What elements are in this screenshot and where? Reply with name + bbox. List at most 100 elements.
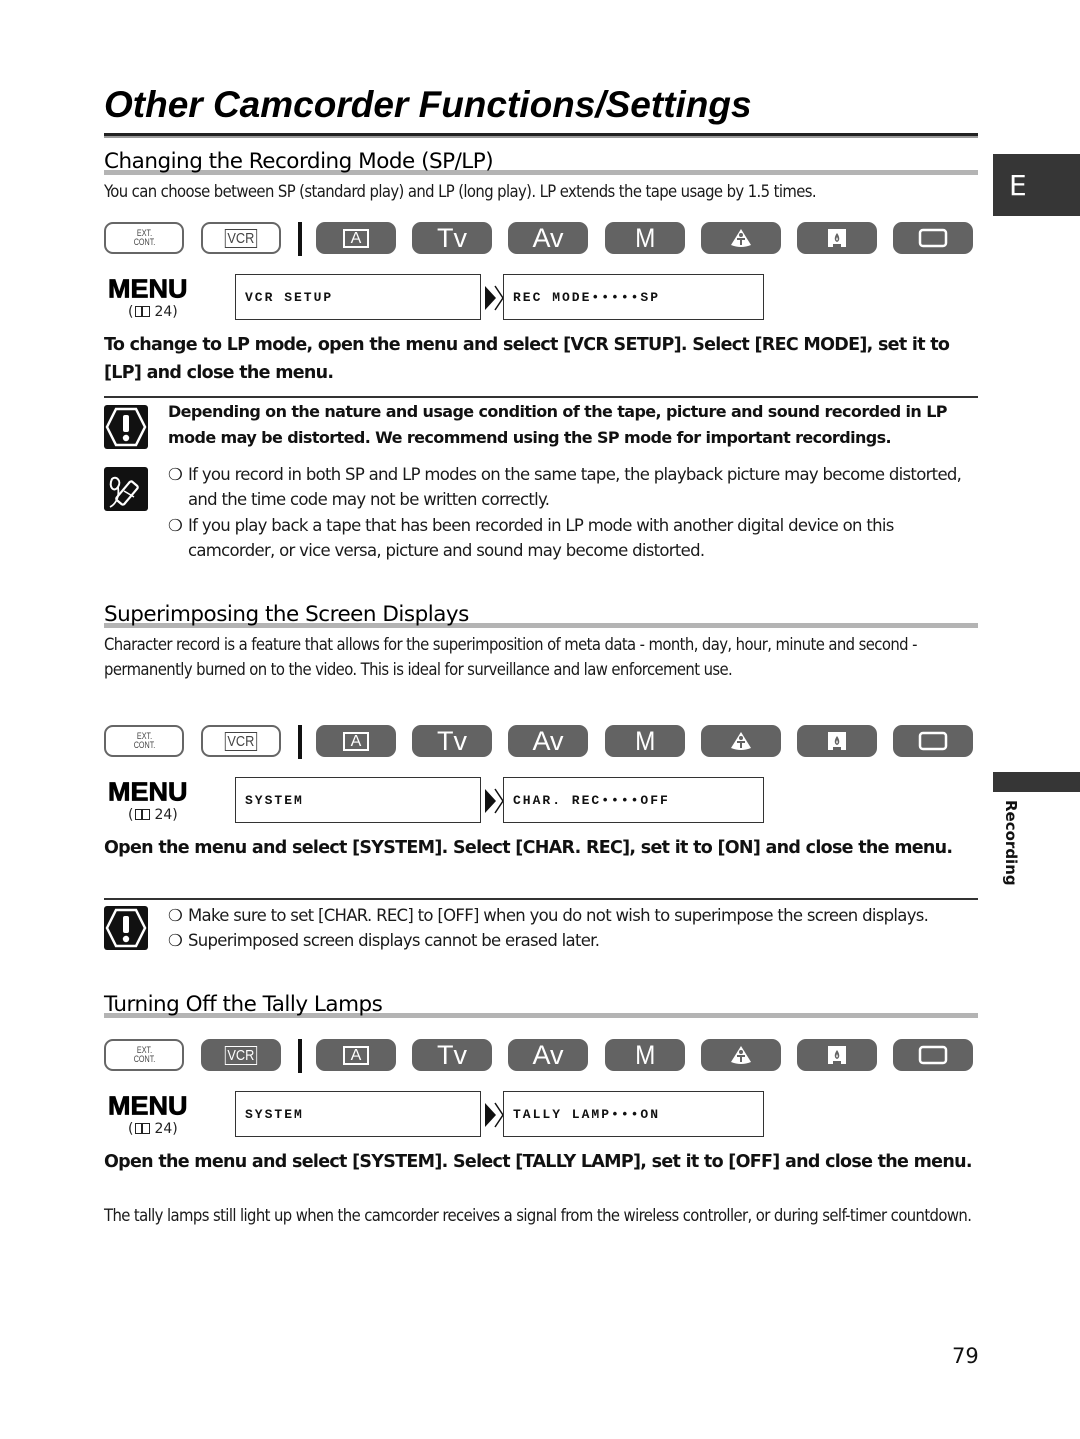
note-item: ❍ If you play back a tape that has been r… — [168, 513, 974, 563]
page-number: 79 — [952, 1344, 979, 1368]
caution-icon — [104, 906, 148, 950]
tv-label: Tv — [437, 223, 467, 253]
card-camera-icon — [918, 1045, 948, 1065]
auto-label: A — [342, 731, 370, 751]
mode-ext-cont-indicator: EXT. CONT. — [104, 725, 184, 757]
section-heading-tally-lamps: Turning Off the Tally Lamps — [104, 992, 383, 1017]
mode-dial-row: EXT. CONT. VCR A Tv Av M — [104, 725, 978, 759]
av-label: Av — [532, 726, 564, 756]
menu-item-box: SYSTEM — [235, 1091, 481, 1137]
menu-page-ref: (24) — [128, 304, 178, 320]
instruction-text: To change to LP mode, open the menu and … — [104, 335, 950, 383]
mode-manual-indicator: M — [605, 725, 685, 757]
mode-night-indicator — [797, 222, 877, 254]
mode-auto-indicator: A — [316, 1039, 396, 1071]
page-title: Other Camcorder Functions/Settings — [104, 84, 752, 125]
auto-label: A — [342, 1045, 370, 1065]
mode-vcr-indicator: VCR — [201, 1039, 281, 1071]
menu-setting-box: CHAR. REC••••OFF — [503, 777, 764, 823]
easy-recording-icon — [731, 732, 751, 750]
card-camera-icon — [918, 731, 948, 751]
ext-cont-label: EXT. CONT. — [133, 1045, 155, 1064]
instruction-text: Open the menu and select [SYSTEM]. Selec… — [104, 1152, 972, 1172]
double-arrow-icon — [485, 1102, 504, 1128]
auto-label: A — [342, 228, 370, 248]
ref-paren: ( — [128, 807, 134, 823]
av-label: Av — [532, 1040, 564, 1070]
chapter-label: Recording — [1002, 800, 1020, 886]
mode-separator — [298, 1039, 302, 1073]
caution-text: Superimposed screen displays cannot be e… — [188, 931, 600, 950]
book-icon — [135, 306, 151, 317]
card-camera-icon — [918, 228, 948, 248]
section-note: The tally lamps still light up when the … — [104, 1206, 972, 1225]
caution-icon — [104, 405, 148, 449]
title-rule — [104, 133, 978, 136]
section-intro: You can choose between SP (standard play… — [104, 182, 817, 201]
book-icon — [135, 1123, 151, 1134]
menu-settings-row: MENU (24) VCR SETUP REC MODE•••••SP — [104, 274, 784, 334]
mode-tv-indicator: Tv — [412, 725, 492, 757]
mode-manual-indicator: M — [605, 1039, 685, 1071]
menu-item-box: SYSTEM — [235, 777, 481, 823]
notes-list: ❍ If you record in both SP and LP modes o… — [168, 462, 974, 563]
mode-easy-recording-indicator — [701, 725, 781, 757]
bullet-icon: ❍ — [168, 906, 183, 925]
caution-text: Depending on the nature and usage condit… — [168, 402, 948, 447]
menu-setting-box: REC MODE•••••SP — [503, 274, 764, 320]
mode-tv-indicator: Tv — [412, 222, 492, 254]
manual-label: M — [634, 726, 656, 756]
chapter-tab-marker — [993, 772, 1080, 792]
menu-label: MENU — [108, 777, 188, 807]
caution-item: ❍ Superimposed screen displays cannot be … — [168, 928, 974, 953]
menu-settings-row: MENU (24) SYSTEM CHAR. REC••••OFF — [104, 777, 784, 837]
manual-label: M — [634, 223, 656, 253]
night-mode-icon — [828, 229, 846, 247]
mode-auto-indicator: A — [316, 725, 396, 757]
mode-card-camera-indicator — [893, 1039, 973, 1071]
night-mode-icon — [828, 732, 846, 750]
mode-vcr-indicator: VCR — [201, 725, 281, 757]
menu-item-box: VCR SETUP — [235, 274, 481, 320]
caution-item: ❍ Make sure to set [CHAR. REC] to [OFF] w… — [168, 903, 974, 928]
ref-paren: ( — [128, 1121, 134, 1137]
mode-ext-cont-indicator: EXT. CONT. — [104, 1039, 184, 1071]
ext-cont-label: EXT. CONT. — [133, 228, 155, 247]
mode-card-camera-indicator — [893, 222, 973, 254]
section-heading-superimpose: Superimposing the Screen Displays — [104, 602, 469, 627]
divider — [104, 396, 978, 398]
note-pencil-icon — [104, 467, 148, 511]
bullet-icon: ❍ — [168, 931, 183, 950]
double-arrow-icon — [485, 285, 504, 311]
note-item: ❍ If you record in both SP and LP modes o… — [168, 462, 974, 512]
av-label: Av — [532, 223, 564, 253]
night-mode-icon — [828, 1046, 846, 1064]
mode-easy-recording-indicator — [701, 1039, 781, 1071]
bullet-icon: ❍ — [168, 516, 183, 535]
menu-page-ref: (24) — [128, 1121, 178, 1137]
mode-night-indicator — [797, 725, 877, 757]
mode-av-indicator: Av — [508, 1039, 588, 1071]
section-intro: Character record is a feature that allow… — [104, 635, 917, 679]
caution-text: Make sure to set [CHAR. REC] to [OFF] wh… — [188, 906, 929, 925]
vcr-label: VCR — [224, 228, 258, 248]
menu-label: MENU — [108, 1091, 188, 1121]
vcr-label: VCR — [224, 1045, 258, 1065]
note-text: If you record in both SP and LP modes on… — [188, 465, 962, 509]
bullet-icon: ❍ — [168, 465, 183, 484]
easy-recording-icon — [731, 229, 751, 247]
mode-separator — [298, 725, 302, 759]
caution-list: ❍ Make sure to set [CHAR. REC] to [OFF] w… — [168, 903, 974, 953]
ref-page: 24) — [154, 304, 178, 320]
mode-dial-row: EXT. CONT. VCR A Tv Av M — [104, 1039, 978, 1073]
language-tab-label: E — [1009, 168, 1027, 202]
vcr-label: VCR — [224, 731, 258, 751]
mode-vcr-indicator: VCR — [201, 222, 281, 254]
tv-label: Tv — [437, 1040, 467, 1070]
ref-paren: ( — [128, 304, 134, 320]
mode-manual-indicator: M — [605, 222, 685, 254]
menu-label: MENU — [108, 274, 188, 304]
mode-night-indicator — [797, 1039, 877, 1071]
mode-card-camera-indicator — [893, 725, 973, 757]
section-heading-recording-mode: Changing the Recording Mode (SP/LP) — [104, 149, 494, 174]
